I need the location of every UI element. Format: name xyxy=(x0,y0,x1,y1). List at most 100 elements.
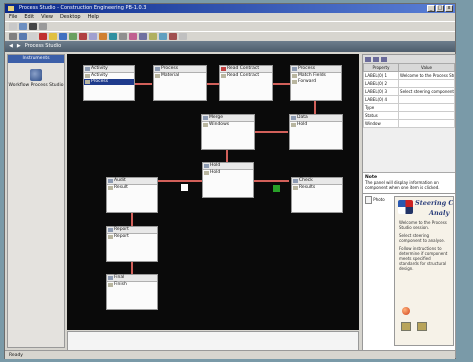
new-icon[interactable] xyxy=(9,23,17,30)
node-row-label: Windows xyxy=(209,122,230,127)
node-title: Data xyxy=(297,115,308,120)
table-row[interactable]: LABEL(0) 4 xyxy=(362,95,455,104)
run-icon[interactable] xyxy=(99,33,107,40)
photo-list[interactable]: Photo xyxy=(365,196,393,210)
node-process-material[interactable]: Process Material xyxy=(153,65,207,101)
workflow-icon[interactable] xyxy=(30,69,42,81)
node-row[interactable]: Result xyxy=(107,185,157,191)
menu-file[interactable]: File xyxy=(9,13,17,21)
node-header: Hold xyxy=(203,163,253,170)
node-title: Hold xyxy=(210,163,221,168)
table-spacer xyxy=(363,128,455,168)
connector-3 xyxy=(272,83,290,85)
node-row-selected[interactable]: Process xyxy=(84,79,134,85)
record-button[interactable] xyxy=(402,307,410,315)
node-hold[interactable]: Hold Hold xyxy=(202,162,254,198)
copy-icon[interactable] xyxy=(29,33,37,40)
workflow-label[interactable]: Workflow Process Studio xyxy=(8,83,64,88)
maximize-button[interactable]: □ xyxy=(436,5,444,12)
paste-icon[interactable] xyxy=(39,33,47,40)
step-icon[interactable] xyxy=(109,33,117,40)
debug-icon[interactable] xyxy=(129,33,137,40)
node-final[interactable]: Final Finish xyxy=(106,274,158,310)
zoom-icon[interactable] xyxy=(89,33,97,40)
cut-icon[interactable] xyxy=(19,33,27,40)
cell: LABEL(0) 2 xyxy=(362,79,400,88)
cell xyxy=(398,111,455,120)
align-icon[interactable] xyxy=(149,33,157,40)
refresh-icon[interactable] xyxy=(381,56,387,62)
sort-icon[interactable] xyxy=(365,56,371,62)
node-header: Process xyxy=(154,66,206,73)
node-check[interactable]: Check Results xyxy=(291,177,343,213)
connector-10 xyxy=(131,262,133,274)
print-icon[interactable] xyxy=(39,23,47,30)
node-activity[interactable]: Activity Activity Process xyxy=(83,65,135,101)
node-icon[interactable] xyxy=(69,33,77,40)
workflow-canvas[interactable]: Activity Activity Process Process Materi… xyxy=(67,54,359,330)
node-row-label: Match Fields xyxy=(298,73,326,78)
app-window: Process Studio - Construction Engineerin… xyxy=(4,3,456,359)
menu-help[interactable]: Help xyxy=(88,13,99,21)
photo-label: Photo xyxy=(373,197,385,202)
link-icon[interactable] xyxy=(59,33,67,40)
error-icon[interactable] xyxy=(169,33,177,40)
decision-marker-green[interactable] xyxy=(273,185,280,192)
col-property[interactable]: Property xyxy=(362,63,400,72)
pointer-icon[interactable] xyxy=(9,33,17,40)
node-row[interactable]: Hold xyxy=(290,122,342,128)
stop-icon[interactable] xyxy=(119,33,127,40)
close-button[interactable]: x xyxy=(445,5,453,12)
hold-icon xyxy=(204,164,209,168)
node-title: Audit xyxy=(114,178,126,183)
node-row[interactable]: Windows xyxy=(202,122,254,128)
node-row[interactable]: Forward xyxy=(291,79,341,85)
node-row[interactable]: Hold xyxy=(203,170,253,176)
table-row[interactable]: LABEL(0) 1Welcome to the Process Studio xyxy=(362,71,455,80)
save-icon[interactable] xyxy=(29,23,37,30)
node-merge-windows[interactable]: Merge Windows xyxy=(201,114,255,150)
col-value[interactable]: Value xyxy=(398,63,455,72)
steering-logo-icon xyxy=(398,200,413,214)
table-row[interactable]: Status xyxy=(362,111,455,120)
node-match-fields[interactable]: Process Match Fields Forward xyxy=(290,65,342,101)
decision-marker-white[interactable] xyxy=(181,184,188,191)
table-row[interactable]: Type xyxy=(362,103,455,112)
back-icon[interactable]: ◀ xyxy=(9,41,13,52)
final-icon xyxy=(108,276,113,280)
next-nav-button[interactable] xyxy=(417,322,427,331)
node-row[interactable]: Results xyxy=(292,185,342,191)
menu-desktop[interactable]: Desktop xyxy=(60,13,81,21)
instruments-header: Instruments xyxy=(8,55,64,63)
properties-icon[interactable] xyxy=(179,33,187,40)
node-row-label: Report xyxy=(114,234,129,239)
connector-7 xyxy=(158,180,202,182)
node-row[interactable]: Finish xyxy=(107,282,157,288)
table-row[interactable]: LABEL(0) 3 Select steering component to xyxy=(362,87,455,96)
grid-icon[interactable] xyxy=(139,33,147,40)
menu-view[interactable]: View xyxy=(41,13,53,21)
table-row[interactable]: Window xyxy=(362,119,455,128)
cell: Welcome to the Process Studio xyxy=(398,71,455,80)
back-nav-button[interactable] xyxy=(401,322,411,331)
node-audit[interactable]: Audit Result xyxy=(106,177,158,213)
node-row[interactable]: Report xyxy=(107,234,157,240)
node-data-hold[interactable]: Data Hold xyxy=(289,114,343,150)
note-icon[interactable] xyxy=(49,33,57,40)
table-row[interactable]: LABEL(0) 2 xyxy=(362,79,455,88)
node-read-contract[interactable]: Read Contract Read Contract xyxy=(219,65,273,101)
filter-icon[interactable] xyxy=(373,56,379,62)
delete-icon[interactable] xyxy=(79,33,87,40)
node-row[interactable]: Read Contract xyxy=(220,73,272,79)
document-icon xyxy=(365,196,372,204)
menu-edit[interactable]: Edit xyxy=(24,13,34,21)
node-row[interactable]: Material xyxy=(154,73,206,79)
node-report[interactable]: Report Report xyxy=(106,226,158,262)
node-title: Merge xyxy=(209,115,224,120)
minimize-button[interactable]: _ xyxy=(427,5,435,12)
cell: LABEL(0) 1 xyxy=(362,71,400,80)
open-icon[interactable] xyxy=(19,23,27,30)
layout-icon[interactable] xyxy=(159,33,167,40)
forward-icon[interactable]: ▶ xyxy=(17,41,21,52)
node-title: Process xyxy=(161,66,179,71)
